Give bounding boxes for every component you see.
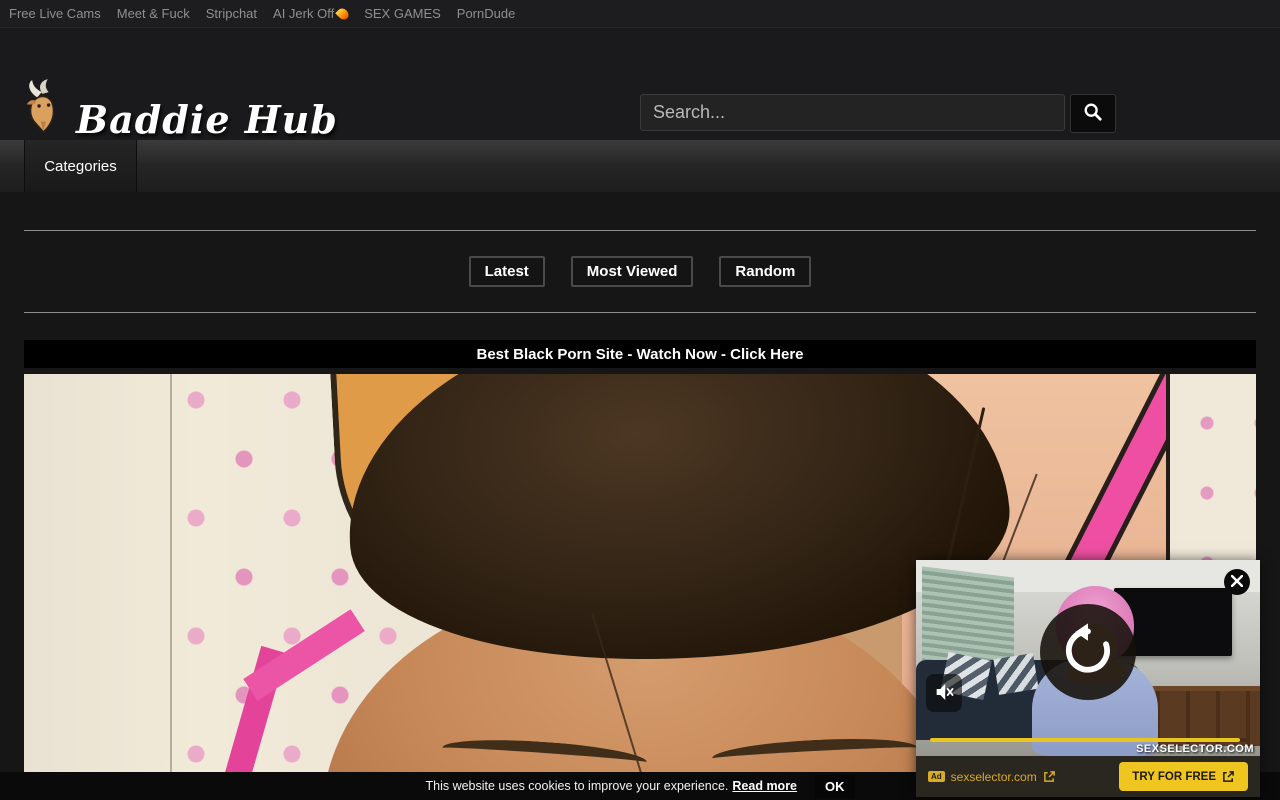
promo-banner-link[interactable]: Best Black Porn Site - Watch Now - Click… bbox=[476, 346, 803, 363]
close-icon bbox=[1231, 575, 1243, 590]
nav-item-categories[interactable]: Categories bbox=[24, 140, 137, 192]
cookie-ok-button[interactable]: OK bbox=[815, 775, 855, 798]
top-link-free-live-cams[interactable]: Free Live Cams bbox=[9, 6, 101, 21]
ad-progress-bar[interactable] bbox=[930, 738, 1246, 742]
search-button[interactable] bbox=[1070, 94, 1116, 133]
try-for-free-button[interactable]: TRY FOR FREE bbox=[1119, 762, 1248, 791]
cookie-message: This website uses cookies to improve you… bbox=[425, 779, 728, 793]
replay-button[interactable] bbox=[1040, 604, 1136, 700]
latest-button[interactable]: Latest bbox=[469, 256, 545, 287]
search-area bbox=[640, 94, 1116, 133]
top-link-stripchat[interactable]: Stripchat bbox=[206, 6, 257, 21]
top-link-porndude[interactable]: PornDude bbox=[457, 6, 516, 21]
divider bbox=[24, 312, 1256, 313]
top-link-sex-games[interactable]: SEX GAMES bbox=[364, 6, 441, 21]
promo-banner: Best Black Porn Site - Watch Now - Click… bbox=[24, 340, 1256, 368]
site-logo[interactable]: Baddie Hub bbox=[20, 78, 338, 139]
ad-badge: Ad bbox=[928, 771, 945, 782]
sort-buttons: Latest Most Viewed Random bbox=[24, 231, 1256, 312]
top-links-bar: Free Live Cams Meet & Fuck Stripchat AI … bbox=[0, 0, 1280, 28]
site-header: Baddie Hub bbox=[0, 28, 1280, 140]
ad-scene-pillow bbox=[993, 653, 1038, 695]
most-viewed-button[interactable]: Most Viewed bbox=[571, 256, 694, 287]
external-link-icon bbox=[1043, 770, 1056, 783]
wall-corner-line bbox=[170, 374, 172, 800]
advertiser-link[interactable]: sexselector.com bbox=[951, 770, 1037, 784]
ad-progress-fill bbox=[930, 738, 1240, 742]
top-link-meet-and-fuck[interactable]: Meet & Fuck bbox=[117, 6, 190, 21]
video-ad-overlay: SEXSELECTOR.COM Ad sexselector.com TRY F… bbox=[916, 560, 1260, 797]
mute-button[interactable] bbox=[926, 674, 962, 712]
external-link-icon bbox=[1222, 770, 1235, 783]
main-nav: Categories bbox=[0, 140, 1280, 192]
ad-info-bar: Ad sexselector.com TRY FOR FREE bbox=[916, 756, 1260, 797]
muted-speaker-icon bbox=[933, 681, 955, 706]
random-button[interactable]: Random bbox=[719, 256, 811, 287]
brand-name: Baddie Hub bbox=[76, 101, 338, 139]
search-icon bbox=[1083, 102, 1103, 125]
flame-icon bbox=[335, 6, 351, 22]
cookie-read-more-link[interactable]: Read more bbox=[732, 779, 797, 793]
top-link-ai-jerk-off[interactable]: AI Jerk Off bbox=[273, 6, 348, 21]
ad-close-button[interactable] bbox=[1224, 569, 1250, 595]
ad-watermark: SEXSELECTOR.COM bbox=[1136, 743, 1254, 755]
goat-logo-icon bbox=[20, 78, 72, 139]
search-input[interactable] bbox=[640, 94, 1065, 131]
ad-video-player[interactable]: SEXSELECTOR.COM bbox=[916, 560, 1260, 756]
polka-dot-corner bbox=[1166, 374, 1256, 589]
replay-icon bbox=[1059, 621, 1117, 684]
ad-advertiser-area: Ad sexselector.com bbox=[928, 770, 1056, 784]
